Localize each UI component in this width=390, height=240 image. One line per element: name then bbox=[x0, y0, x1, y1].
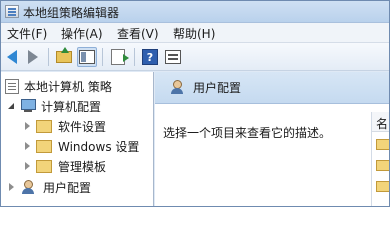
user-icon bbox=[20, 179, 36, 195]
tree-item-label: 本地计算机 策略 bbox=[24, 79, 112, 94]
expand-closed-icon[interactable] bbox=[23, 141, 32, 151]
window-title: 本地组策略编辑器 bbox=[23, 6, 120, 20]
tree-item-root[interactable]: 本地计算机 策略 bbox=[5, 76, 112, 96]
show-hide-tree-icon bbox=[79, 50, 95, 64]
help-button[interactable]: ? bbox=[140, 47, 160, 67]
toolbar-separator bbox=[134, 48, 135, 66]
tree-item-label: 软件设置 bbox=[58, 119, 107, 134]
title-bar[interactable]: 本地组策略编辑器 bbox=[1, 1, 389, 23]
export-list-icon bbox=[111, 49, 129, 65]
tree-item-user-config[interactable]: 用户配置 bbox=[7, 177, 93, 197]
tree-item-admin-templates[interactable]: 管理模板 bbox=[23, 156, 106, 176]
export-list-button[interactable] bbox=[108, 47, 129, 67]
tree-item-software-settings[interactable]: 软件设置 bbox=[23, 116, 106, 136]
up-one-level-button[interactable] bbox=[54, 47, 74, 67]
back-icon bbox=[7, 50, 17, 64]
details-pane: 用户配置 选择一个项目来查看它的描述。 名 bbox=[155, 72, 389, 206]
back-button[interactable] bbox=[2, 47, 22, 67]
folder-icon bbox=[36, 139, 52, 153]
tree-item-label: 计算机配置 bbox=[41, 99, 102, 114]
tree-item-computer-config[interactable]: 计算机配置 bbox=[7, 96, 101, 116]
expand-open-icon[interactable] bbox=[7, 102, 16, 111]
column-header-name[interactable]: 名 bbox=[372, 112, 389, 132]
items-list[interactable]: 名 bbox=[371, 112, 389, 206]
expand-closed-icon[interactable] bbox=[23, 161, 32, 171]
tree-pane[interactable]: 本地计算机 策略 计算机配置 软件设置 Windows 设置 管理模板 用户配置 bbox=[1, 72, 154, 206]
policy-document-icon bbox=[5, 78, 19, 94]
menu-file[interactable]: 文件(F) bbox=[7, 25, 47, 42]
properties-icon bbox=[165, 50, 181, 64]
forward-button[interactable] bbox=[23, 47, 43, 67]
properties-button[interactable] bbox=[163, 47, 183, 67]
tree-item-label: Windows 设置 bbox=[58, 139, 140, 154]
folder-icon bbox=[36, 159, 52, 173]
details-header: 用户配置 bbox=[155, 72, 389, 104]
toolbar: ? bbox=[1, 43, 389, 71]
up-folder-icon bbox=[56, 47, 72, 63]
policy-editor-icon bbox=[5, 5, 19, 18]
tree-item-label: 管理模板 bbox=[58, 159, 107, 174]
menu-help[interactable]: 帮助(H) bbox=[173, 25, 215, 42]
menu-view[interactable]: 查看(V) bbox=[117, 25, 159, 42]
description-text: 选择一个项目来查看它的描述。 bbox=[163, 126, 332, 140]
expand-closed-icon[interactable] bbox=[23, 121, 32, 131]
tree-item-windows-settings[interactable]: Windows 设置 bbox=[23, 136, 139, 156]
details-header-title: 用户配置 bbox=[193, 81, 242, 95]
show-hide-tree-button[interactable] bbox=[77, 47, 97, 67]
folder-icon bbox=[36, 119, 52, 133]
folder-icon bbox=[376, 160, 389, 171]
app-window: 本地组策略编辑器 文件(F) 操作(A) 查看(V) 帮助(H) ? 本地计算机… bbox=[0, 0, 390, 207]
menu-bar: 文件(F) 操作(A) 查看(V) 帮助(H) bbox=[1, 23, 389, 43]
toolbar-separator bbox=[102, 48, 103, 66]
tree-item-label: 用户配置 bbox=[43, 180, 92, 195]
computer-icon bbox=[20, 99, 36, 113]
folder-icon bbox=[376, 181, 389, 192]
expand-closed-icon[interactable] bbox=[7, 182, 16, 192]
help-icon: ? bbox=[142, 49, 158, 65]
user-icon bbox=[169, 80, 185, 95]
forward-icon bbox=[28, 50, 38, 64]
folder-icon bbox=[376, 139, 389, 150]
menu-action[interactable]: 操作(A) bbox=[61, 25, 103, 42]
toolbar-separator bbox=[48, 48, 49, 66]
